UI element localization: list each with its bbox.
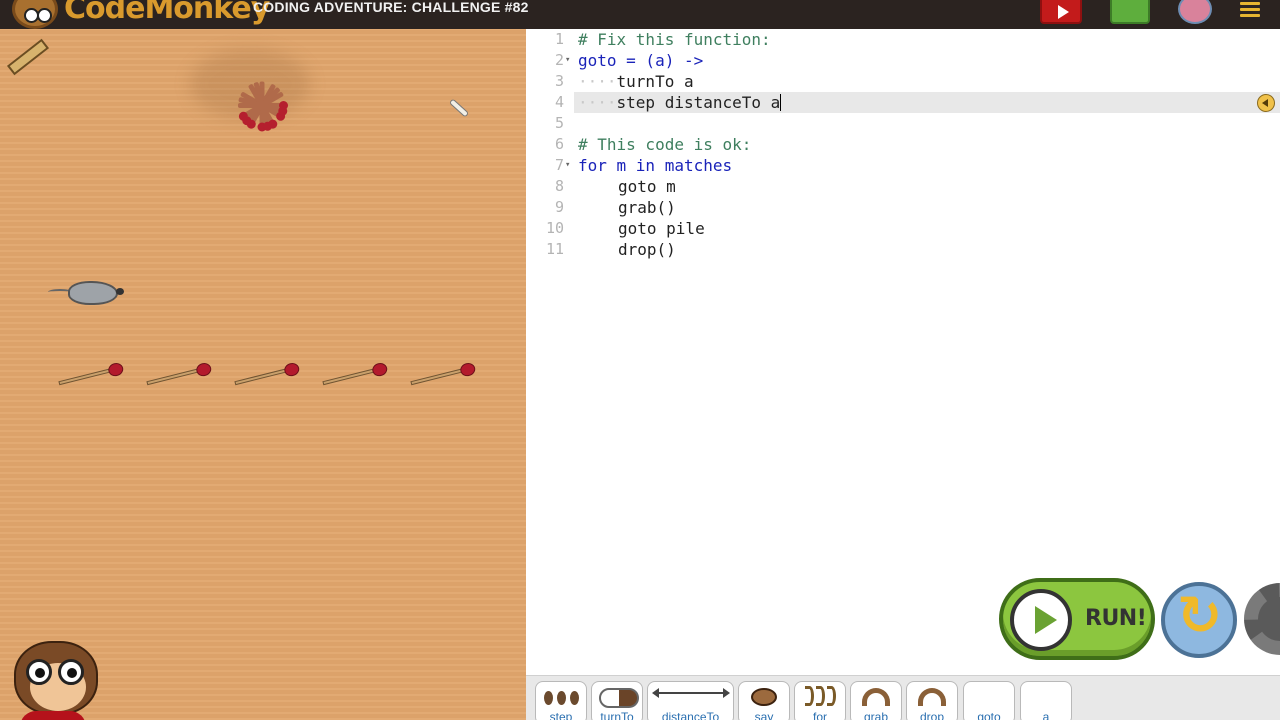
toolbox: step turnTo distanceTo say for grab drop… <box>526 675 1280 720</box>
match-2 <box>146 366 206 386</box>
tool-label: drop <box>919 710 945 720</box>
codemonkey-logo[interactable]: CodeMonkey <box>12 0 270 29</box>
code-line[interactable]: 5 <box>526 113 1280 134</box>
tool-label: a <box>1042 710 1050 720</box>
logo-text: CodeMonkey <box>64 0 270 26</box>
play-video-icon[interactable] <box>1040 0 1082 24</box>
tool-label: for <box>812 710 827 720</box>
code-text[interactable]: goto m <box>618 176 676 197</box>
tool-say[interactable]: say <box>738 681 790 720</box>
line-number: 7 <box>554 156 564 174</box>
line-number: 11 <box>545 240 564 258</box>
fold-arrow-icon[interactable]: ▾ <box>565 155 570 176</box>
code-text[interactable]: for m in matches <box>578 155 732 176</box>
rat-character <box>48 279 124 305</box>
code-text[interactable]: turnTo a <box>617 72 694 91</box>
double-arrow-icon <box>652 688 730 698</box>
code-line[interactable]: 9 grab() <box>526 197 1280 218</box>
bananas-icon <box>802 686 838 710</box>
tool-distanceto[interactable]: distanceTo <box>647 681 734 720</box>
code-text[interactable]: drop() <box>618 239 676 260</box>
line-number: 3 <box>554 72 564 90</box>
tool-goto[interactable]: goto <box>963 681 1015 720</box>
code-text[interactable]: step distanceTo a <box>617 93 781 112</box>
match-4 <box>322 366 382 386</box>
line-number: 5 <box>554 114 564 132</box>
code-line[interactable]: 10 goto pile <box>526 218 1280 239</box>
hamburger-menu-icon[interactable] <box>1240 2 1260 18</box>
code-text[interactable]: grab() <box>618 197 676 218</box>
turn-icon <box>599 686 639 710</box>
avatar-icon[interactable] <box>1178 0 1212 24</box>
code-text[interactable]: # This code is ok: <box>578 134 751 155</box>
code-text[interactable]: goto pile <box>618 218 705 239</box>
line-number: 10 <box>545 219 564 237</box>
match-3 <box>234 366 294 386</box>
monkey-guide[interactable] <box>6 633 108 720</box>
tool-a[interactable]: a <box>1020 681 1072 720</box>
game-stage <box>0 29 526 720</box>
tool-for[interactable]: for <box>794 681 846 720</box>
run-button[interactable]: RUN! <box>999 578 1155 660</box>
code-line[interactable]: 2 ▾ goto = (a) -> <box>526 50 1280 71</box>
code-text[interactable]: goto = (a) -> <box>578 50 703 71</box>
code-editor[interactable]: 1 # Fix this function: 2 ▾ goto = (a) ->… <box>526 29 1280 675</box>
monkey-speech-icon <box>746 686 782 710</box>
footsteps-icon <box>543 686 579 710</box>
grab-hand-icon <box>858 686 894 710</box>
line-number: 4 <box>554 93 564 111</box>
reset-button[interactable] <box>1161 582 1237 658</box>
code-line[interactable]: 6 # This code is ok: <box>526 134 1280 155</box>
tool-label: goto <box>977 710 1001 720</box>
code-line[interactable]: 1 # Fix this function: <box>526 29 1280 50</box>
map-icon[interactable] <box>1110 0 1150 24</box>
code-line-active[interactable]: 4 ····step distanceTo a <box>555 92 1280 113</box>
line-number: 6 <box>554 135 564 153</box>
tool-label: say <box>754 710 774 720</box>
text-cursor <box>780 94 782 111</box>
bone-icon <box>448 98 470 118</box>
line-number: 2 <box>554 51 564 69</box>
tool-drop[interactable]: drop <box>906 681 958 720</box>
ruler-icon[interactable] <box>6 38 50 76</box>
tool-label: step <box>549 710 573 720</box>
code-line[interactable]: 3 ····turnTo a <box>526 71 1280 92</box>
drop-hand-icon <box>914 686 950 710</box>
play-icon <box>1010 589 1072 651</box>
tool-label: turnTo <box>600 710 634 720</box>
match-5 <box>410 366 470 386</box>
fold-arrow-icon[interactable]: ▾ <box>565 50 570 71</box>
line-number: 8 <box>554 177 564 195</box>
tool-step[interactable]: step <box>535 681 587 720</box>
tool-turnto[interactable]: turnTo <box>591 681 643 720</box>
run-label: RUN! <box>1085 606 1147 631</box>
match-pile <box>234 79 290 133</box>
line-number: 9 <box>554 198 564 216</box>
code-line[interactable]: 11 drop() <box>526 239 1280 260</box>
tool-label: distanceTo <box>661 710 720 720</box>
code-text[interactable]: # Fix this function: <box>578 29 771 50</box>
line-number: 1 <box>554 30 564 48</box>
challenge-title: CODING ADVENTURE: CHALLENGE #82 <box>253 0 529 15</box>
code-line[interactable]: 8 goto m <box>526 176 1280 197</box>
monkey-logo-icon <box>12 0 58 29</box>
code-line[interactable]: 7 ▾ for m in matches <box>526 155 1280 176</box>
tool-grab[interactable]: grab <box>850 681 902 720</box>
match-1 <box>58 366 118 386</box>
tool-label: grab <box>863 710 889 720</box>
top-bar: CodeMonkey CODING ADVENTURE: CHALLENGE #… <box>0 0 1280 29</box>
speaker-icon[interactable] <box>1257 94 1275 112</box>
